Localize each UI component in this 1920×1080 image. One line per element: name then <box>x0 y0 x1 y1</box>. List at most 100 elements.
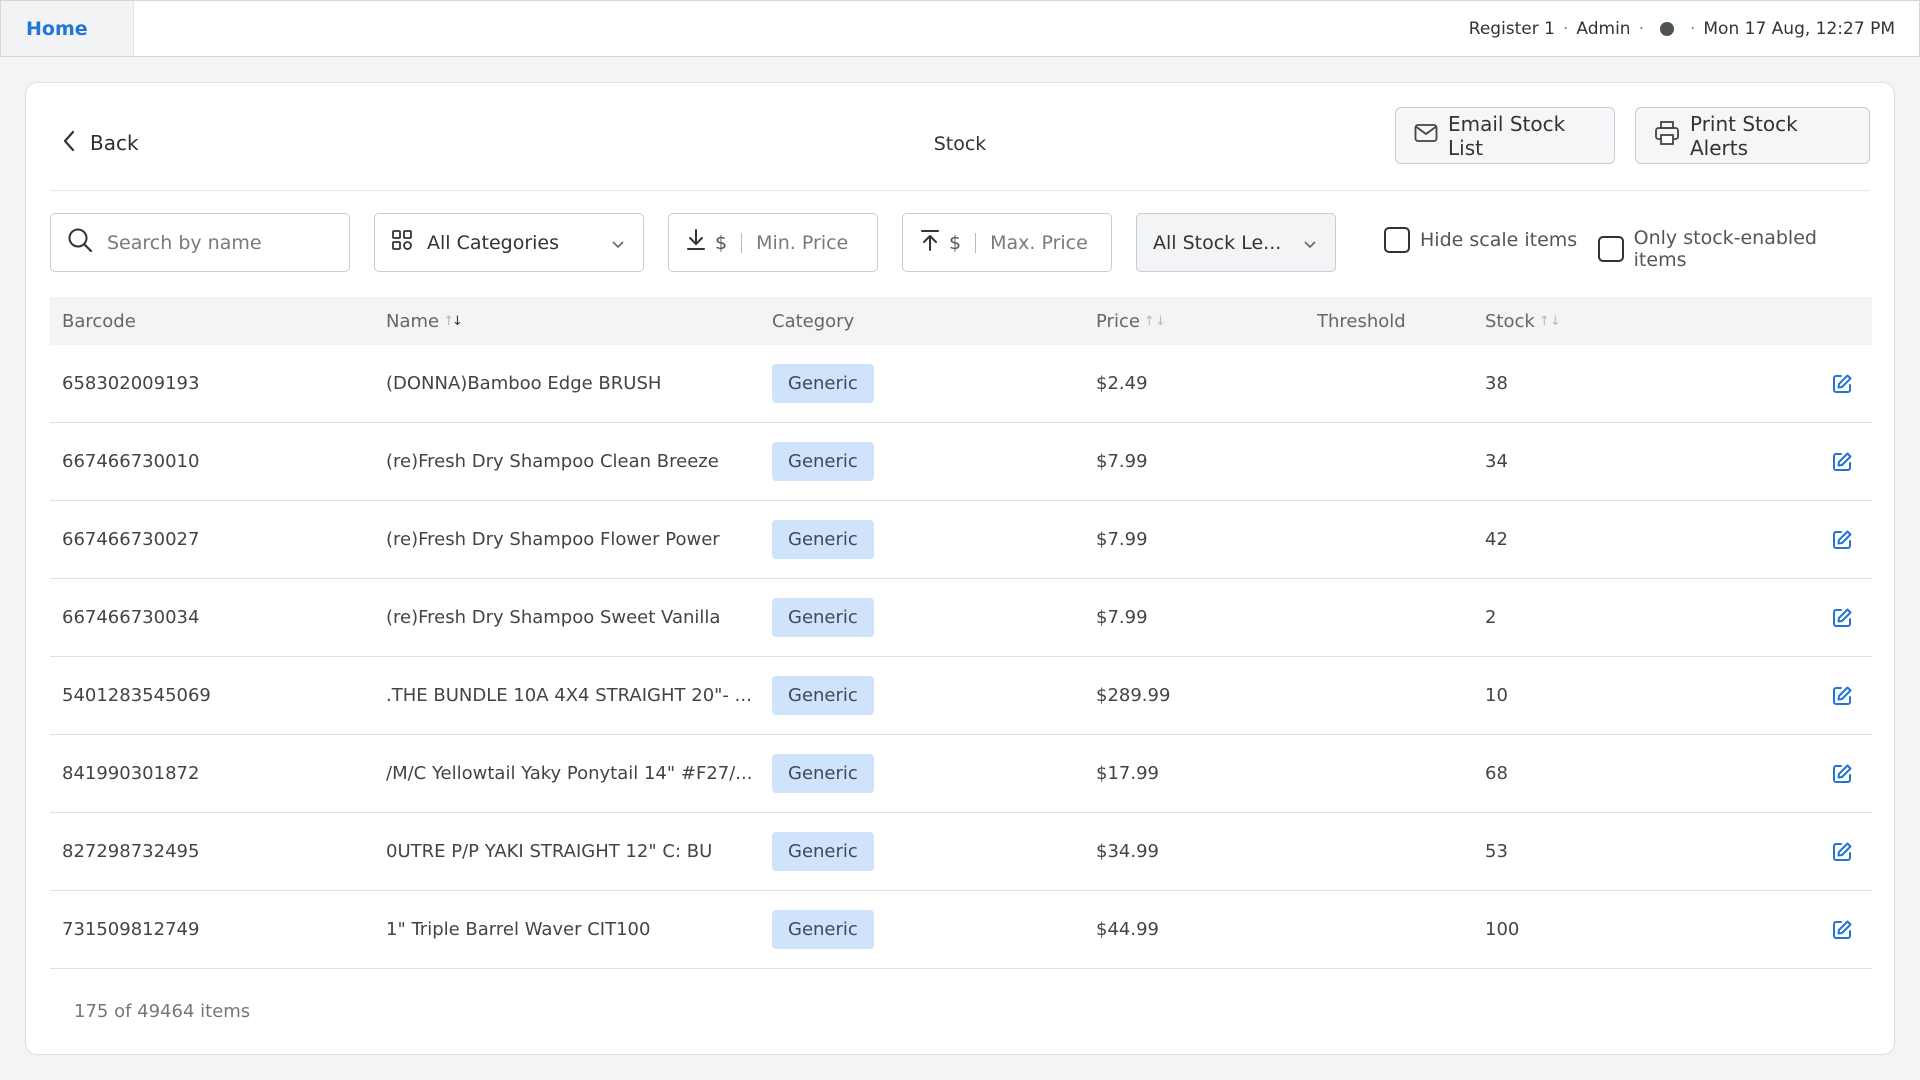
name-cell: 0UTRE P/P YAKI STRAIGHT 12" C: BU <box>386 813 762 890</box>
envelope-icon <box>1414 123 1438 148</box>
category-select[interactable]: All Categories <box>374 213 644 272</box>
column-header-stock[interactable]: Stock ↑ ↓ <box>1485 310 1561 332</box>
table-row[interactable]: 841990301872/M/C Yellowtail Yaky Ponytai… <box>50 735 1872 813</box>
sort-arrows-icon[interactable]: ↑ ↓ <box>1144 314 1166 329</box>
category-cell: Generic <box>772 423 1052 500</box>
name-cell: (re)Fresh Dry Shampoo Clean Breeze <box>386 423 762 500</box>
name-cell: /M/C Yellowtail Yaky Ponytail 14" #F27/.… <box>386 735 762 812</box>
table-row[interactable]: 667466730034 (re)Fresh Dry Shampoo Sweet … <box>50 579 1872 657</box>
category-cell: Generic <box>772 735 1052 812</box>
search-input[interactable]: Search by name <box>50 213 350 272</box>
home-tab[interactable]: Home <box>1 1 134 56</box>
table-row[interactable]: 827298732495 0UTRE P/P YAKI STRAIGHT 12" … <box>50 813 1872 891</box>
stock-cell: 34 <box>1485 451 1508 472</box>
column-header-barcode: Barcode <box>62 311 136 332</box>
category-badge: Generic <box>772 520 874 559</box>
stock-cell: 53 <box>1485 841 1508 862</box>
edit-icon[interactable] <box>1822 501 1862 578</box>
hide-scale-items-checkbox[interactable]: Hide scale items <box>1384 227 1577 253</box>
column-label: Barcode <box>62 310 136 332</box>
edit-icon[interactable] <box>1822 579 1862 656</box>
separator: · <box>1689 18 1696 39</box>
max-price-placeholder: Max. Price <box>990 231 1088 254</box>
datetime-label: Mon 17 Aug, 12:27 PM <box>1703 18 1895 39</box>
price-cell: $7.99 <box>1096 529 1148 550</box>
category-badge: Generic <box>772 676 874 715</box>
only-stock-label: Only stock-enabled items <box>1633 227 1817 271</box>
item-name: (DONNA)Bamboo Edge BRUSH <box>386 373 662 394</box>
connection-status-dot <box>1659 21 1674 36</box>
column-label: Stock <box>1485 310 1535 332</box>
table-row[interactable]: 667466730010 (re)Fresh Dry Shampoo Clean … <box>50 423 1872 501</box>
checkbox-box[interactable] <box>1384 227 1410 253</box>
item-name: /M/C Yellowtail Yaky Ponytail 14" #F27/.… <box>386 763 753 784</box>
item-name: (re)Fresh Dry Shampoo Flower Power <box>386 529 720 550</box>
sort-arrows-icon[interactable]: ↑↓ <box>443 314 463 329</box>
price-cell: $17.99 <box>1096 763 1159 784</box>
stock-level-select[interactable]: All Stock Le... <box>1136 213 1336 272</box>
separator: · <box>1638 18 1644 39</box>
category-badge: Generic <box>772 442 874 481</box>
edit-icon[interactable] <box>1822 735 1862 812</box>
barcode-cell: 5401283545069 <box>62 685 211 706</box>
category-cell: Generic <box>772 891 1052 968</box>
top-bar: Home Register 1 · Admin · · Mon 17 Aug, … <box>0 0 1920 57</box>
category-cell: Generic <box>772 657 1052 734</box>
grid-icon <box>391 229 413 256</box>
arrow-down-to-line-icon <box>685 228 707 257</box>
currency-symbol: $ <box>949 231 962 254</box>
checkbox-box[interactable] <box>1598 236 1624 262</box>
divider <box>975 232 977 253</box>
table-row[interactable]: 667466730027 (re)Fresh Dry Shampoo Flower… <box>50 501 1872 579</box>
category-cell: Generic <box>772 501 1052 578</box>
item-name: (re)Fresh Dry Shampoo Clean Breeze <box>386 451 719 472</box>
arrow-up-to-line-icon <box>919 228 941 257</box>
edit-icon[interactable] <box>1822 345 1862 422</box>
table-body: 658302009193 (DONNA)Bamboo Edge BRUSH Gene… <box>50 345 1872 969</box>
email-button-label: Email Stock List <box>1448 111 1566 160</box>
edit-icon[interactable] <box>1822 423 1862 500</box>
table-row[interactable]: 731509812749 1" Triple Barrel Waver CIT10… <box>50 891 1872 969</box>
column-label: Price <box>1096 310 1140 332</box>
filter-bar: Search by name All Categories $ Min. Pri… <box>50 213 1872 273</box>
column-label: Category <box>772 310 855 332</box>
name-cell: (re)Fresh Dry Shampoo Sweet Vanilla <box>386 579 762 656</box>
column-header-threshold: Threshold <box>1317 311 1406 332</box>
column-label: Threshold <box>1317 310 1406 332</box>
category-badge: Generic <box>772 754 874 793</box>
email-stock-list-button[interactable]: Email Stock List <box>1395 107 1615 164</box>
stock-cell: 68 <box>1485 763 1508 784</box>
barcode-cell: 841990301872 <box>62 763 200 784</box>
only-stock-enabled-checkbox[interactable]: Only stock-enabled items <box>1598 227 1872 271</box>
barcode-cell: 667466730010 <box>62 451 200 472</box>
edit-icon[interactable] <box>1822 657 1862 734</box>
item-name: 0UTRE P/P YAKI STRAIGHT 12" C: BU <box>386 841 713 862</box>
category-value: All Categories <box>427 231 560 254</box>
sort-arrows-icon[interactable]: ↑ ↓ <box>1539 314 1561 329</box>
price-cell: $44.99 <box>1096 919 1159 940</box>
category-badge: Generic <box>772 364 874 403</box>
table-row[interactable]: 658302009193 (DONNA)Bamboo Edge BRUSH Gene… <box>50 345 1872 423</box>
barcode-cell: 731509812749 <box>62 919 200 940</box>
column-header-name[interactable]: Name ↑↓ <box>386 310 463 332</box>
category-cell: Generic <box>772 579 1052 656</box>
column-label: Name <box>386 310 440 332</box>
print-stock-alerts-button[interactable]: Print Stock Alerts <box>1635 107 1870 164</box>
edit-icon[interactable] <box>1822 813 1862 890</box>
search-placeholder: Search by name <box>107 231 262 254</box>
search-icon <box>67 227 93 258</box>
status-area: Register 1 · Admin · · Mon 17 Aug, 12:27… <box>1469 1 1895 56</box>
stock-level-value: All Stock Le... <box>1153 231 1282 254</box>
name-cell: (re)Fresh Dry Shampoo Flower Power <box>386 501 762 578</box>
max-price-input[interactable]: $ Max. Price <box>902 213 1112 272</box>
category-badge: Generic <box>772 910 874 949</box>
min-price-input[interactable]: $ Min. Price <box>668 213 878 272</box>
card-header: Back Stock Email Stock List Print Stock … <box>50 107 1870 191</box>
name-cell: 1" Triple Barrel Waver CIT100 <box>386 891 762 968</box>
category-badge: Generic <box>772 832 874 871</box>
chevron-down-icon <box>611 232 625 254</box>
item-name: 1" Triple Barrel Waver CIT100 <box>386 919 651 940</box>
edit-icon[interactable] <box>1822 891 1862 968</box>
table-row[interactable]: 5401283545069 .THE BUNDLE 10A 4X4 STRAIGH… <box>50 657 1872 735</box>
column-header-price[interactable]: Price ↑ ↓ <box>1096 310 1166 332</box>
